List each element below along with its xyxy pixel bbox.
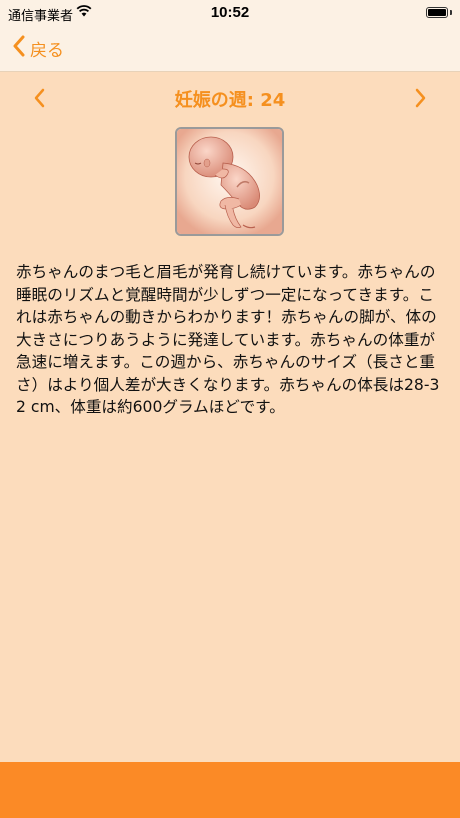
fetus-illustration [175, 127, 284, 236]
bottom-bar [0, 762, 460, 818]
status-bar: 通信事業者 10:52 [0, 0, 460, 26]
week-header: 妊娠の週: 24 [0, 82, 460, 114]
chevron-right-icon [415, 88, 426, 108]
next-week-button[interactable] [408, 86, 432, 110]
back-label: 戻る [30, 40, 64, 61]
battery-tip [450, 10, 452, 15]
chevron-left-icon [12, 35, 26, 61]
week-title: 妊娠の週: 24 [174, 90, 286, 111]
status-time: 10:52 [210, 4, 250, 21]
battery-icon [426, 7, 448, 18]
back-button[interactable]: 戻る [12, 34, 64, 62]
week-description: 赤ちゃんのまつ毛と眉毛が発育し続けています。赤ちゃんの睡眠のリズムと覚醒時間が少… [16, 263, 440, 416]
navigation-bar: 戻る [0, 26, 460, 72]
